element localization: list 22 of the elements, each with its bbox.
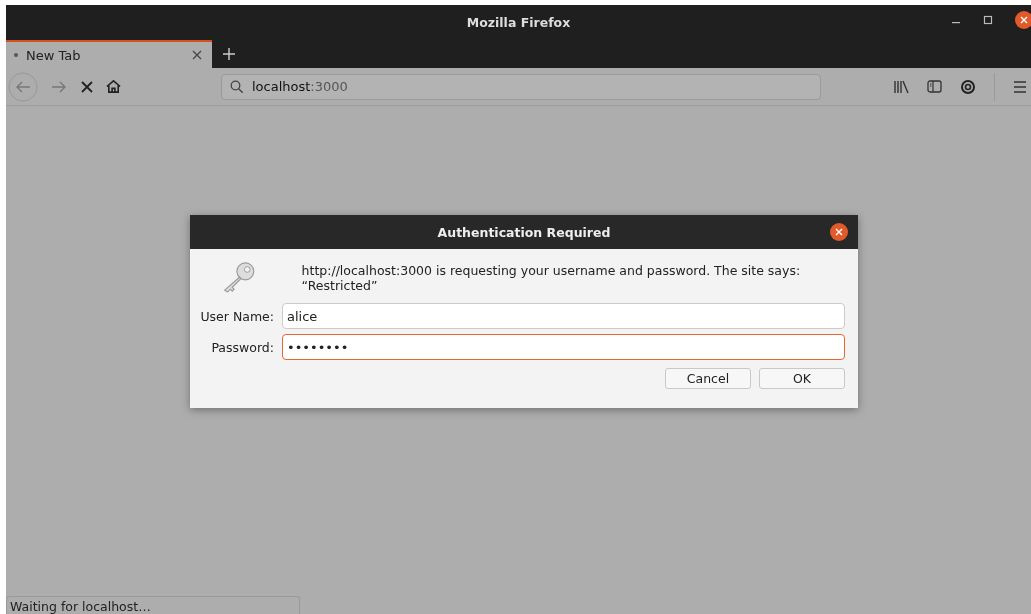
close-icon[interactable] [1015, 11, 1031, 29]
new-tab-icon[interactable] [222, 47, 236, 61]
dialog-button[interactable]: OK [759, 368, 845, 389]
window-title: Mozilla Firefox [466, 15, 571, 30]
menu-icon[interactable] [1013, 80, 1027, 93]
maximize-icon[interactable] [983, 15, 993, 25]
search-icon [230, 79, 244, 94]
field-label: User Name: [199, 308, 274, 324]
close-icon[interactable] [830, 223, 848, 241]
tab[interactable]: New Tab [6, 40, 212, 68]
library-icon[interactable] [893, 79, 909, 94]
address-field[interactable]: localhost:3000 [221, 73, 821, 100]
dialog-message: http://localhost:3000 is requesting your username and password. The site says: “Restricted” [301, 263, 802, 293]
input-field[interactable]: alice [282, 303, 845, 329]
status-bar: Waiting for localhost… [6, 596, 300, 614]
home-icon[interactable] [106, 79, 121, 94]
dialog-button[interactable]: Cancel [665, 368, 751, 389]
stop-icon[interactable] [80, 79, 94, 94]
input-field[interactable]: •••••••• [282, 334, 845, 360]
dialog-title: Authentication Required [437, 224, 611, 240]
field-label: Password: [210, 339, 274, 355]
sidebar-icon[interactable] [927, 80, 942, 93]
